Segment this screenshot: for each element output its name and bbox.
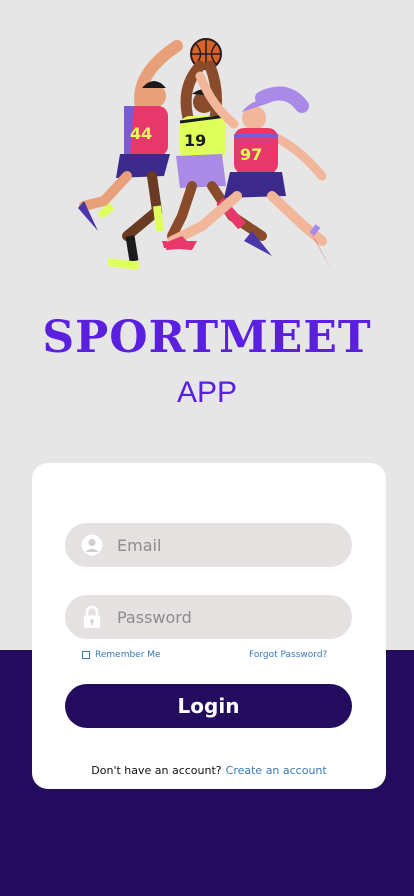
password-input[interactable]: [117, 607, 317, 627]
remember-me[interactable]: Remember Me: [82, 650, 161, 660]
create-account-link[interactable]: Create an account: [226, 764, 327, 777]
player-left: 44: [78, 40, 183, 270]
forgot-password-link[interactable]: Forgot Password?: [249, 650, 327, 660]
lock-icon: [81, 605, 103, 628]
user-icon: [81, 534, 103, 556]
remember-me-checkbox[interactable]: [82, 651, 90, 659]
login-card: Remember Me Forgot Password? Login Don't…: [32, 463, 386, 789]
signup-row: Don't have an account? Create an account: [32, 764, 386, 777]
svg-text:97: 97: [240, 145, 262, 164]
no-account-text: Don't have an account?: [91, 764, 222, 777]
svg-text:19: 19: [184, 131, 206, 150]
basketball-players-illustration: 44 19 97: [78, 38, 332, 271]
remember-me-label: Remember Me: [95, 650, 161, 660]
password-field[interactable]: [65, 595, 352, 639]
app-subtitle: APP: [176, 376, 238, 409]
svg-text:44: 44: [130, 124, 152, 143]
app-title: SPORTMEET: [42, 312, 372, 363]
email-field[interactable]: [65, 523, 352, 567]
email-input[interactable]: [117, 535, 317, 555]
login-button[interactable]: Login: [65, 684, 352, 728]
